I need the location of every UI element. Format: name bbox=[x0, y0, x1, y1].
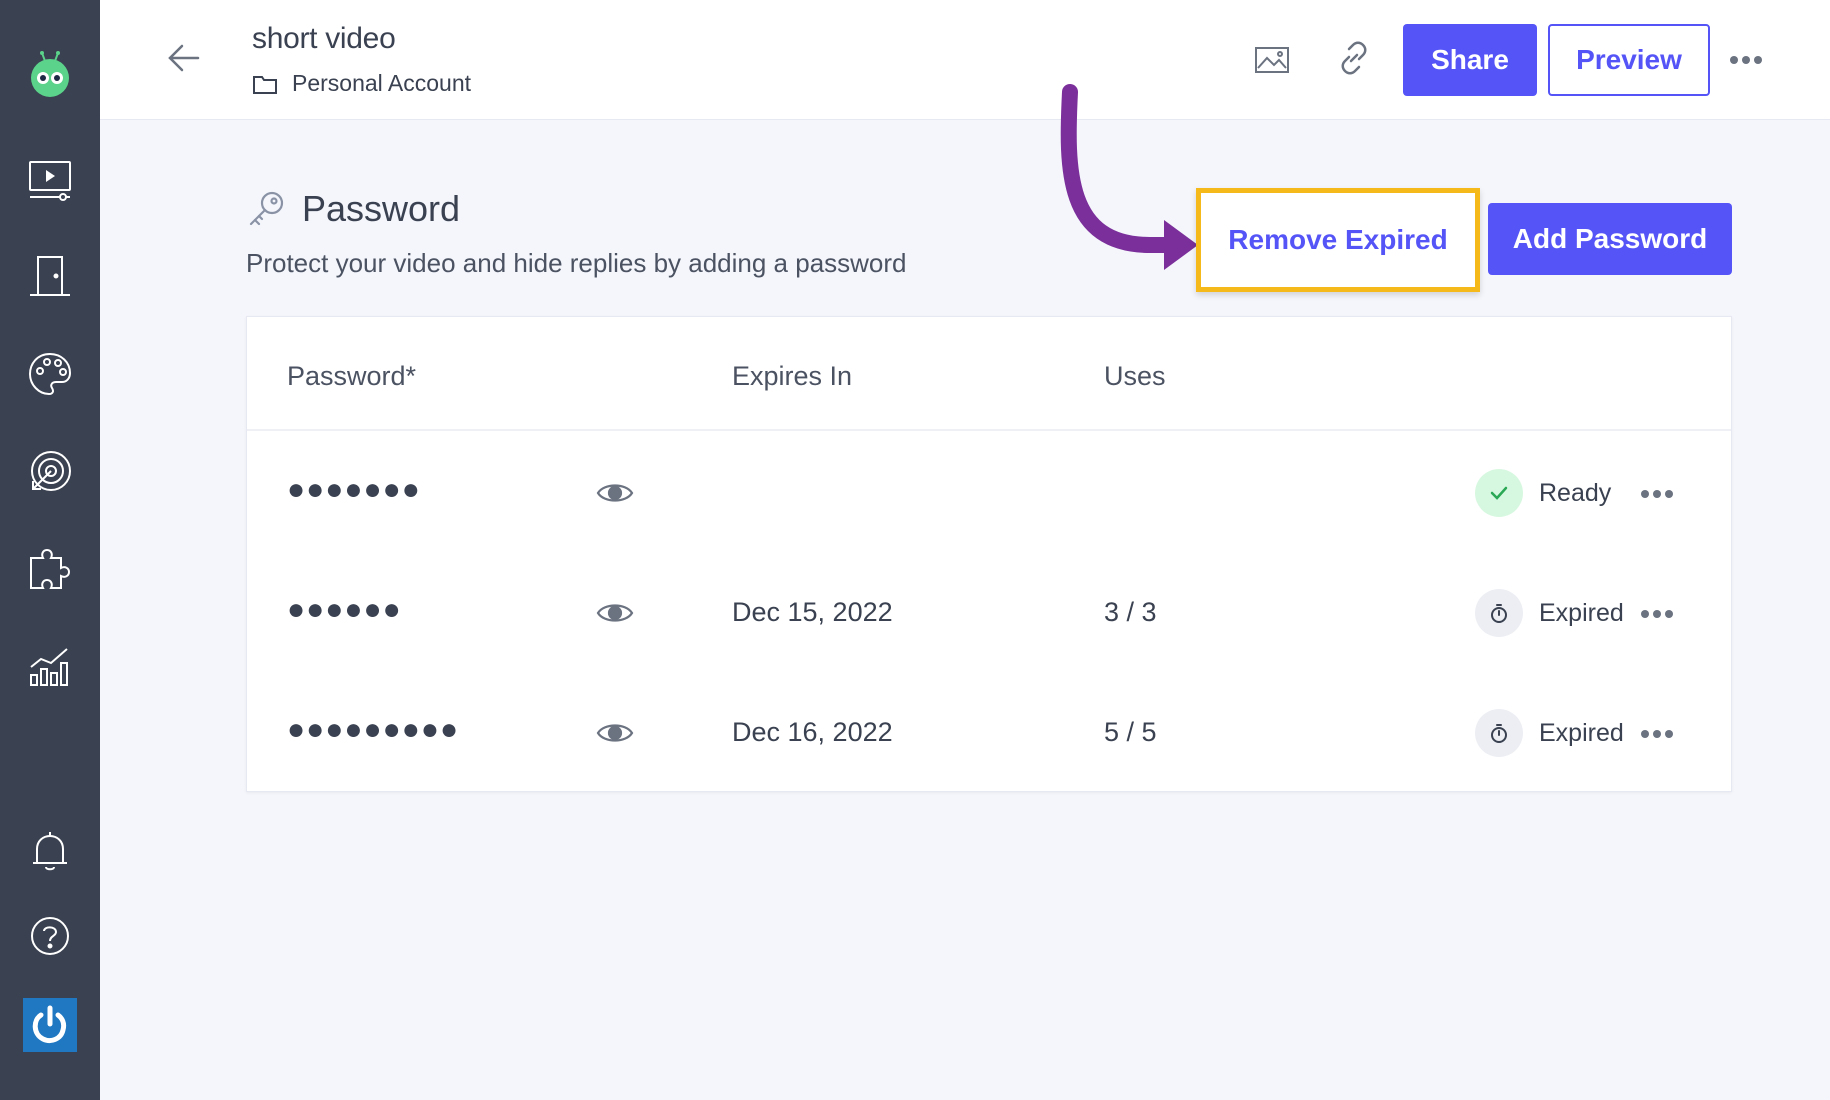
password-section-header: Password Protect your video and hide rep… bbox=[246, 188, 907, 278]
check-icon bbox=[1490, 486, 1508, 500]
masked-password: ●●●●●● bbox=[287, 593, 402, 626]
puzzle-icon[interactable] bbox=[20, 539, 80, 599]
column-header-password: Password* bbox=[287, 361, 417, 391]
show-password-eye-icon[interactable] bbox=[595, 598, 635, 628]
annotation-arrow-icon bbox=[1060, 84, 1198, 270]
page-title: short video bbox=[252, 22, 396, 55]
key-icon bbox=[249, 191, 284, 226]
section-subtitle: Protect your video and hide replies by a… bbox=[246, 248, 907, 278]
analytics-icon[interactable] bbox=[20, 636, 80, 696]
table-row: ●●●●●●●●● Dec 16, 2022 5 / 5 Expired bbox=[247, 673, 1731, 793]
ready-status-badge bbox=[1475, 469, 1523, 517]
masked-password: ●●●●●●● bbox=[287, 473, 421, 506]
column-header-expires-in: Expires In bbox=[732, 361, 853, 391]
add-password-button[interactable]: Add Password bbox=[1488, 203, 1732, 275]
target-icon[interactable] bbox=[20, 442, 80, 502]
row-more-icon[interactable] bbox=[1639, 724, 1675, 744]
top-bar: short video Personal Account Share Previ… bbox=[100, 0, 1830, 120]
table-row: ●●●●●● Dec 15, 2022 3 / 3 Expired bbox=[247, 553, 1731, 673]
door-icon[interactable] bbox=[20, 247, 80, 307]
more-options-icon[interactable] bbox=[1726, 42, 1766, 78]
uses: 3 / 3 bbox=[1104, 597, 1157, 627]
preview-button[interactable]: Preview bbox=[1548, 24, 1710, 96]
power-icon[interactable] bbox=[23, 998, 77, 1052]
stopwatch-icon bbox=[1491, 604, 1507, 623]
expired-status-badge bbox=[1475, 709, 1523, 757]
app-logo-icon[interactable] bbox=[20, 44, 80, 104]
expires-in: Dec 15, 2022 bbox=[732, 597, 893, 627]
stopwatch-icon bbox=[1491, 724, 1507, 743]
thumbnail-image-icon[interactable] bbox=[1252, 40, 1292, 80]
expires-in: Dec 16, 2022 bbox=[732, 717, 893, 747]
help-icon[interactable] bbox=[20, 906, 80, 966]
table-header: Password* Expires In Uses bbox=[247, 317, 1731, 431]
table-row: ●●●●●●● Ready bbox=[247, 433, 1731, 553]
passwords-table: Password* Expires In Uses ●●●●●●● Ready … bbox=[246, 316, 1732, 792]
row-more-icon[interactable] bbox=[1639, 484, 1675, 504]
remove-expired-button[interactable]: Remove Expired bbox=[1196, 188, 1480, 292]
breadcrumb[interactable]: Personal Account bbox=[252, 70, 471, 97]
link-icon[interactable] bbox=[1334, 38, 1374, 78]
show-password-eye-icon[interactable] bbox=[595, 718, 635, 748]
status-label: Expired bbox=[1539, 719, 1624, 747]
status-label: Ready bbox=[1539, 479, 1612, 507]
breadcrumb-label: Personal Account bbox=[292, 70, 472, 96]
masked-password: ●●●●●●●●● bbox=[287, 713, 460, 746]
show-password-eye-icon[interactable] bbox=[595, 478, 635, 508]
share-button[interactable]: Share bbox=[1403, 24, 1537, 96]
folder-icon bbox=[253, 75, 277, 94]
palette-icon[interactable] bbox=[20, 344, 80, 404]
back-arrow-icon[interactable] bbox=[162, 36, 206, 80]
uses: 5 / 5 bbox=[1104, 717, 1157, 747]
row-more-icon[interactable] bbox=[1639, 604, 1675, 624]
section-title: Password bbox=[302, 188, 461, 229]
bell-icon[interactable] bbox=[20, 822, 80, 882]
expired-status-badge bbox=[1475, 589, 1523, 637]
status-label: Expired bbox=[1539, 599, 1624, 627]
sidebar bbox=[0, 0, 100, 1100]
video-icon[interactable] bbox=[20, 150, 80, 210]
column-header-uses: Uses bbox=[1104, 361, 1166, 391]
